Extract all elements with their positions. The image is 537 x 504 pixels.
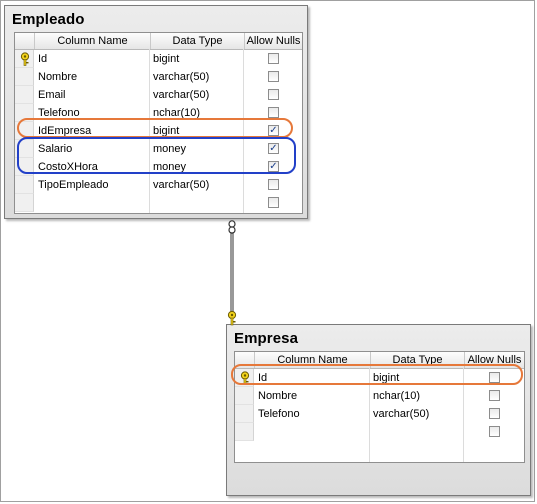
row-selector[interactable] xyxy=(15,194,34,212)
table-row[interactable]: Email varchar(50) xyxy=(15,86,302,104)
table-title: Empresa xyxy=(234,330,299,347)
allow-nulls-checkbox[interactable] xyxy=(268,71,279,82)
header-selector xyxy=(15,33,34,49)
infinity-icon xyxy=(228,220,236,234)
header-allow-nulls: Allow Nulls xyxy=(244,33,302,49)
table-empleado[interactable]: Empleado Column Name Data Type Allow Nul… xyxy=(4,5,308,219)
allow-nulls-checkbox[interactable] xyxy=(268,53,279,64)
highlight-empresa-id xyxy=(231,364,523,385)
highlight-salary-fields xyxy=(17,137,296,174)
table-row[interactable] xyxy=(235,423,524,441)
header-data-type: Data Type xyxy=(150,33,244,49)
primary-key-icon xyxy=(20,52,30,66)
data-type-cell[interactable] xyxy=(370,423,463,441)
table-row[interactable]: Telefono varchar(50) xyxy=(235,405,524,423)
table-row[interactable]: Nombre nchar(10) xyxy=(235,387,524,405)
data-type-cell[interactable]: nchar(10) xyxy=(370,387,463,405)
allow-nulls-checkbox[interactable] xyxy=(268,107,279,118)
allow-nulls-checkbox[interactable] xyxy=(268,89,279,100)
data-type-cell[interactable] xyxy=(150,194,243,212)
row-selector[interactable] xyxy=(235,387,254,405)
grid-header: Column Name Data Type Allow Nulls xyxy=(15,33,302,50)
column-name-cell[interactable]: TipoEmpleado xyxy=(35,176,149,194)
relationship-connector[interactable] xyxy=(222,220,242,326)
row-selector[interactable] xyxy=(15,176,34,194)
row-selector[interactable] xyxy=(15,86,34,104)
allow-nulls-checkbox[interactable] xyxy=(489,408,500,419)
row-selector[interactable] xyxy=(15,50,34,68)
data-type-cell[interactable]: varchar(50) xyxy=(150,68,243,86)
table-empresa[interactable]: Empresa Column Name Data Type Allow Null… xyxy=(226,324,531,496)
table-row[interactable]: Nombre varchar(50) xyxy=(15,68,302,86)
table-title: Empleado xyxy=(12,11,85,28)
row-selector[interactable] xyxy=(235,405,254,423)
allow-nulls-checkbox[interactable] xyxy=(268,179,279,190)
allow-nulls-checkbox[interactable] xyxy=(489,426,500,437)
column-name-cell[interactable]: Id xyxy=(35,50,149,68)
table-row[interactable]: Id bigint xyxy=(15,50,302,68)
column-name-cell[interactable] xyxy=(255,423,369,441)
column-name-cell[interactable] xyxy=(35,194,149,212)
data-type-cell[interactable]: bigint xyxy=(150,50,243,68)
allow-nulls-checkbox[interactable] xyxy=(268,197,279,208)
column-name-cell[interactable]: Nombre xyxy=(35,68,149,86)
column-name-cell[interactable]: Telefono xyxy=(255,405,369,423)
data-type-cell[interactable]: varchar(50) xyxy=(150,176,243,194)
table-row[interactable] xyxy=(15,194,302,212)
highlight-idempresa xyxy=(17,118,293,138)
data-type-cell[interactable]: varchar(50) xyxy=(150,86,243,104)
column-name-cell[interactable]: Nombre xyxy=(255,387,369,405)
column-name-cell[interactable]: Email xyxy=(35,86,149,104)
row-selector[interactable] xyxy=(235,423,254,441)
header-column-name: Column Name xyxy=(34,33,150,49)
row-selector[interactable] xyxy=(15,68,34,86)
allow-nulls-checkbox[interactable] xyxy=(489,390,500,401)
table-row[interactable]: TipoEmpleado varchar(50) xyxy=(15,176,302,194)
data-type-cell[interactable]: varchar(50) xyxy=(370,405,463,423)
key-icon xyxy=(227,310,237,326)
